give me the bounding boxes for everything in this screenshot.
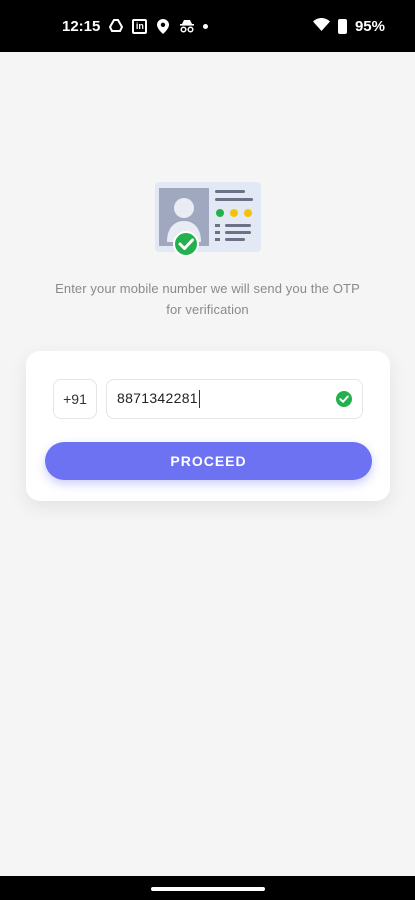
country-code-label: +91 — [63, 391, 87, 407]
phone-number-value: 8871342281 — [117, 389, 198, 406]
country-code-selector[interactable]: +91 — [53, 379, 97, 419]
incognito-icon — [179, 18, 195, 34]
phone-number-input[interactable]: 8871342281 — [106, 379, 363, 419]
status-bar: 12:15 in 95% — [0, 0, 415, 52]
drive-icon — [108, 18, 124, 34]
location-icon — [155, 18, 171, 34]
status-right: 95% — [312, 17, 385, 35]
proceed-button[interactable]: PROCEED — [45, 442, 372, 480]
check-circle-icon — [336, 391, 352, 407]
instruction-text: Enter your mobile number we will send yo… — [55, 281, 360, 317]
wifi-icon — [312, 17, 330, 35]
linkedin-icon: in — [132, 18, 148, 34]
phone-number-value-wrap: 8871342281 — [117, 389, 336, 409]
text-caret — [198, 390, 200, 409]
battery-icon — [337, 18, 347, 34]
navigation-bar — [0, 876, 415, 900]
home-gesture-handle[interactable] — [151, 887, 265, 891]
id-card-verified-icon — [155, 182, 261, 257]
battery-percent: 95% — [354, 17, 385, 35]
phone-entry-card: +91 8871342281 PROCEED — [26, 351, 390, 501]
screen: 12:15 in 95% Enter your mobile number we… — [0, 0, 415, 900]
status-time: 12:15 — [62, 17, 101, 35]
status-left: 12:15 in — [62, 17, 209, 35]
notification-dot — [203, 23, 209, 29]
